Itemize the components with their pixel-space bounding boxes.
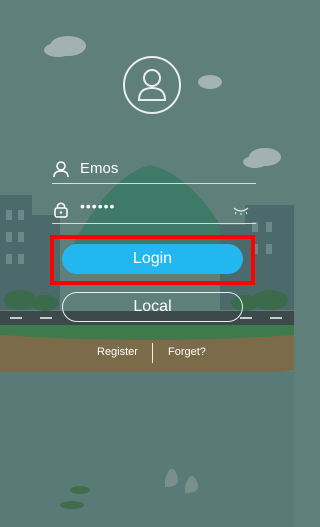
username-value: Emos bbox=[80, 160, 119, 177]
highlight-box bbox=[50, 235, 255, 285]
eye-closed-icon[interactable] bbox=[232, 203, 250, 215]
person-silhouette-icon bbox=[137, 69, 167, 101]
links-divider bbox=[152, 343, 153, 363]
password-value: •••••• bbox=[80, 198, 116, 214]
lock-icon bbox=[52, 200, 70, 218]
local-button[interactable]: Local bbox=[62, 292, 243, 322]
local-button-label: Local bbox=[133, 298, 172, 315]
password-field[interactable]: •••••• bbox=[52, 197, 256, 224]
user-avatar-icon bbox=[123, 56, 181, 114]
register-link[interactable]: Register bbox=[97, 346, 138, 358]
forget-password-link[interactable]: Forget? bbox=[168, 346, 206, 358]
username-field[interactable]: Emos bbox=[52, 157, 256, 184]
person-icon bbox=[52, 160, 70, 178]
account-links: Register Forget? bbox=[0, 343, 294, 363]
